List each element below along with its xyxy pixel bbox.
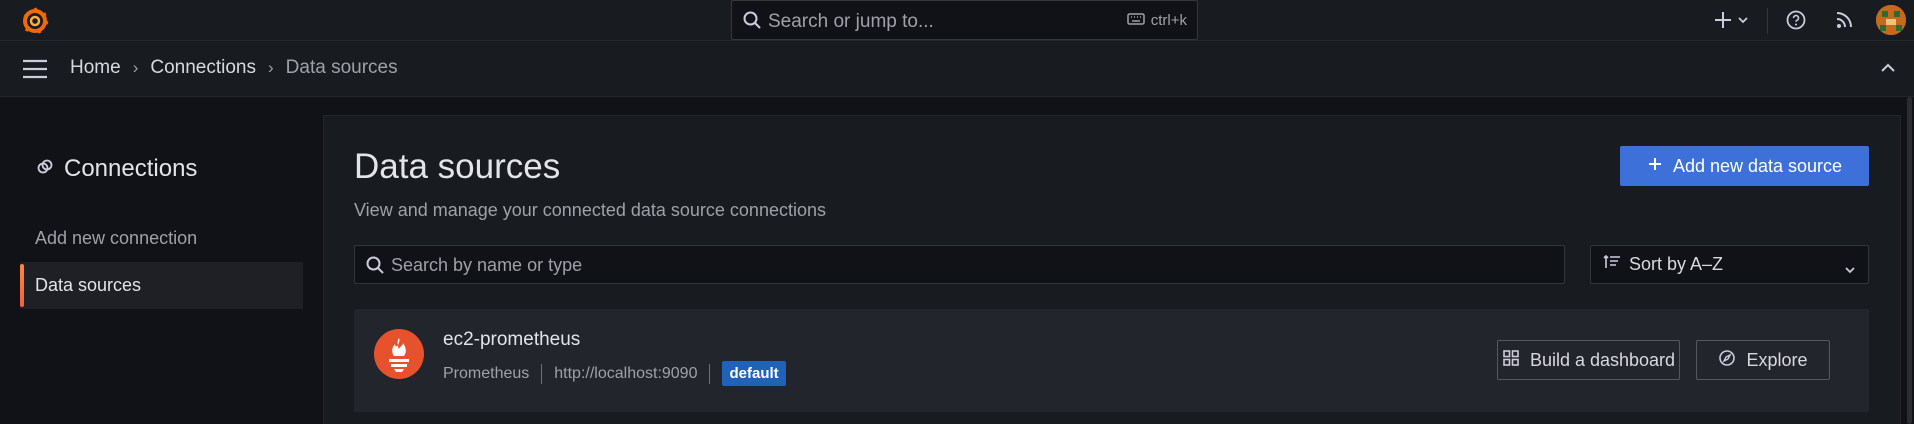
button-label: Add new data source [1672, 155, 1843, 176]
chevron-up-icon [1880, 61, 1896, 78]
page-scrollbar[interactable] [1907, 97, 1912, 424]
breadcrumb-separator: › [132, 58, 139, 77]
search-placeholder: Search or jump to... [768, 11, 934, 32]
avatar[interactable] [1876, 5, 1906, 35]
datasource-url: http://localhost:9090 [554, 364, 698, 382]
sort-ascending-icon [1603, 254, 1621, 275]
plus-icon [1647, 156, 1663, 177]
sort-select[interactable]: Sort by A–Z [1590, 245, 1869, 284]
link-chain-icon [36, 155, 54, 183]
breadcrumb-connections[interactable]: Connections [150, 57, 256, 79]
search-icon [742, 10, 762, 35]
news-button[interactable] [1834, 8, 1856, 37]
datasource-meta: Prometheus http://localhost:9090 default [443, 361, 786, 386]
add-new-data-source-button[interactable]: Add new data source [1620, 146, 1869, 186]
datasource-search-input[interactable]: Search by name or type [354, 245, 1565, 284]
button-label: Explore [1746, 349, 1808, 370]
shortcut-text: ctrl+k [1150, 12, 1187, 29]
button-label: Build a dashboard [1529, 349, 1676, 370]
sort-label: Sort by A–Z [1629, 254, 1724, 274]
sidebar-item-label: Add new connection [35, 228, 198, 248]
topbar-divider [1767, 8, 1768, 34]
compass-icon [1718, 349, 1736, 372]
search-placeholder: Search by name or type [391, 255, 583, 275]
meta-divider [541, 363, 543, 384]
breadcrumb-bar: Home › Connections › Data sources [0, 41, 1914, 97]
datasource-card[interactable]: ec2-prometheus Prometheus http://localho… [354, 309, 1869, 412]
sidebar-item-data-sources[interactable]: Data sources [20, 262, 303, 309]
prometheus-logo-icon [374, 329, 424, 379]
breadcrumb-separator: › [267, 58, 274, 77]
grafana-logo-icon[interactable] [20, 6, 50, 36]
global-search-input[interactable]: Search or jump to... ctrl+k [731, 0, 1198, 40]
meta-divider [709, 363, 711, 384]
keyboard-icon [1126, 12, 1145, 29]
collapse-header-button[interactable] [1880, 61, 1896, 79]
datasource-type: Prometheus [443, 364, 530, 382]
default-badge: default [722, 361, 786, 386]
breadcrumb-data-sources: Data sources [285, 57, 398, 78]
shortcut-hint: ctrl+k [1126, 12, 1187, 29]
datasource-name[interactable]: ec2-prometheus [443, 329, 580, 351]
sidebar-item-label: Data sources [35, 275, 142, 295]
hamburger-icon [22, 59, 48, 83]
rss-feed-icon [1834, 12, 1856, 36]
search-icon [365, 255, 385, 280]
sidenav-title: Connections [36, 155, 197, 183]
help-icon [1785, 10, 1807, 36]
page-title: Data sources [354, 147, 561, 186]
breadcrumb: Home › Connections › Data sources [70, 57, 398, 79]
new-menu-button[interactable] [1713, 8, 1749, 37]
chevron-down-icon [1844, 259, 1856, 280]
sidenav-title-text: Connections [64, 155, 198, 182]
sidebar-item-add-new-connection[interactable]: Add new connection [20, 215, 303, 262]
explore-button[interactable]: Explore [1696, 340, 1830, 380]
top-bar: Search or jump to... ctrl+k [0, 0, 1914, 41]
page-subtitle: View and manage your connected data sour… [354, 200, 826, 220]
chevron-down-icon [1737, 17, 1749, 36]
plus-icon [1713, 12, 1737, 36]
dashboard-grid-icon [1502, 349, 1520, 372]
menu-toggle-button[interactable] [22, 59, 48, 84]
main-panel: Data sources View and manage your connec… [323, 115, 1901, 424]
help-button[interactable] [1785, 8, 1807, 37]
breadcrumb-home[interactable]: Home [70, 57, 121, 79]
build-dashboard-button[interactable]: Build a dashboard [1497, 340, 1680, 380]
